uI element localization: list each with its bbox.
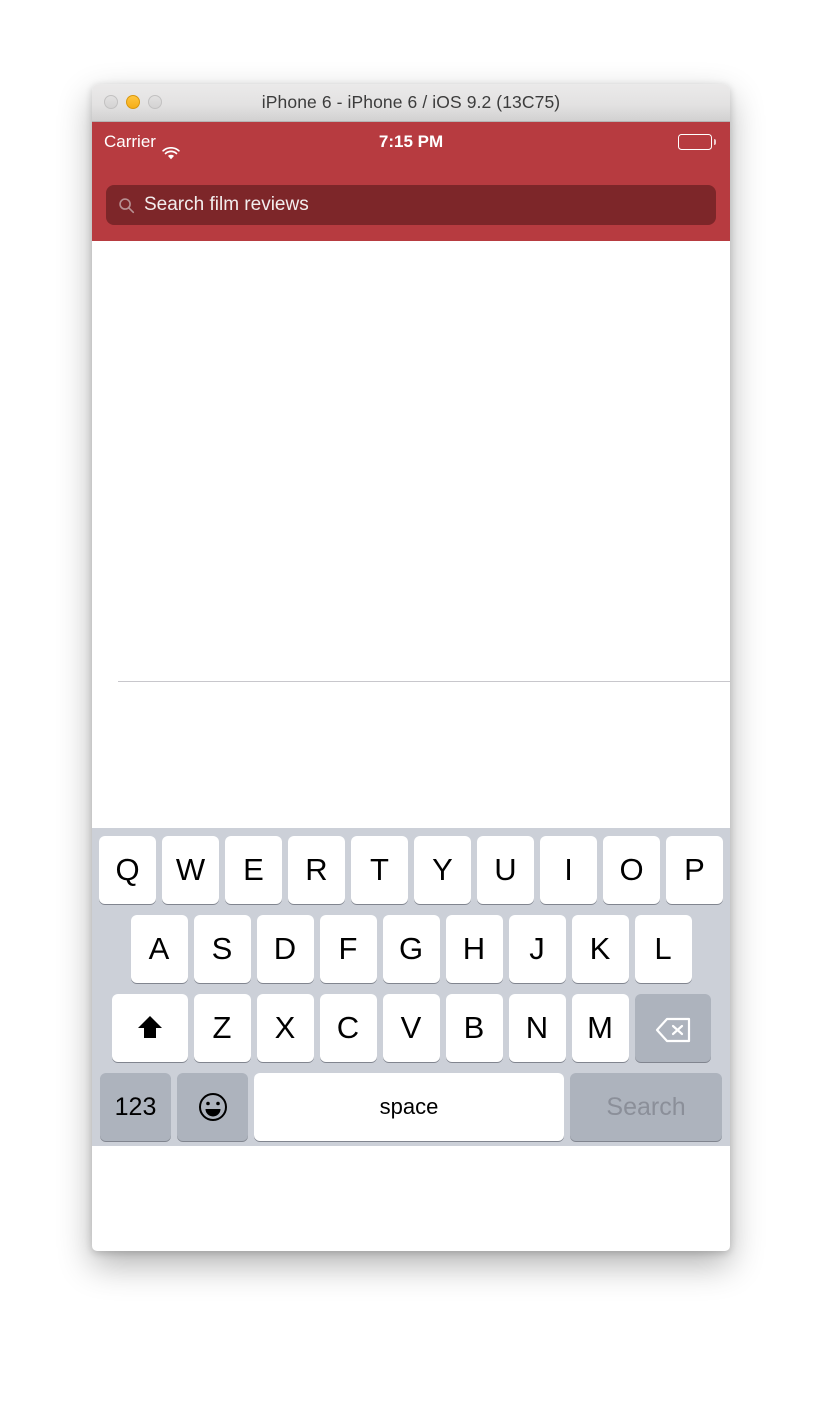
key-v[interactable]: V <box>382 994 440 1062</box>
key-i[interactable]: I <box>540 836 597 904</box>
search-input[interactable]: Search film reviews <box>106 185 716 225</box>
keyboard-row-4: 123 space Search <box>95 1073 727 1141</box>
shift-icon <box>135 1013 165 1043</box>
battery-full-icon <box>678 134 712 150</box>
key-p[interactable]: P <box>666 836 723 904</box>
key-s[interactable]: S <box>193 915 251 983</box>
ios-header: Carrier 7:15 PM Search film reviews <box>92 122 730 241</box>
simulator-window: iPhone 6 - iPhone 6 / iOS 9.2 (13C75) Ca… <box>92 84 730 1251</box>
key-q[interactable]: Q <box>99 836 156 904</box>
key-y[interactable]: Y <box>414 836 471 904</box>
shift-key[interactable] <box>111 994 188 1062</box>
key-e[interactable]: E <box>225 836 282 904</box>
key-o[interactable]: O <box>603 836 660 904</box>
search-return-key[interactable]: Search <box>570 1073 722 1141</box>
search-icon <box>118 197 135 214</box>
key-w[interactable]: W <box>162 836 219 904</box>
results-table-view[interactable] <box>92 241 730 828</box>
keyboard-row-3: Z X C V B N M <box>95 994 727 1062</box>
key-t[interactable]: T <box>351 836 408 904</box>
key-z[interactable]: Z <box>193 994 251 1062</box>
emoji-icon <box>197 1091 229 1123</box>
keyboard-row-1: Q W E R T Y U I O P <box>95 836 727 904</box>
key-j[interactable]: J <box>508 915 566 983</box>
table-cell-separator <box>118 681 730 682</box>
delete-key[interactable] <box>634 994 711 1062</box>
ios-keyboard: Q W E R T Y U I O P A S D F G H J K L Z … <box>92 828 730 1146</box>
status-bar-right <box>678 134 716 150</box>
key-m[interactable]: M <box>571 994 629 1062</box>
numbers-key[interactable]: 123 <box>100 1073 171 1141</box>
key-l[interactable]: L <box>634 915 692 983</box>
key-n[interactable]: N <box>508 994 566 1062</box>
key-u[interactable]: U <box>477 836 534 904</box>
window-titlebar: iPhone 6 - iPhone 6 / iOS 9.2 (13C75) <box>92 84 730 122</box>
search-bar-container: Search film reviews <box>92 162 730 241</box>
status-bar-time: 7:15 PM <box>378 132 444 151</box>
key-g[interactable]: G <box>382 915 440 983</box>
key-d[interactable]: D <box>256 915 314 983</box>
battery-cap-icon <box>713 139 716 145</box>
ios-status-bar: Carrier 7:15 PM <box>92 122 730 162</box>
window-title: iPhone 6 - iPhone 6 / iOS 9.2 (13C75) <box>261 92 561 112</box>
space-key[interactable]: space <box>254 1073 564 1141</box>
key-f[interactable]: F <box>319 915 377 983</box>
search-placeholder: Search film reviews <box>144 194 309 215</box>
key-r[interactable]: R <box>288 836 345 904</box>
key-x[interactable]: X <box>256 994 314 1062</box>
key-a[interactable]: A <box>130 915 188 983</box>
key-k[interactable]: K <box>571 915 629 983</box>
key-h[interactable]: H <box>445 915 503 983</box>
delete-icon <box>655 1015 691 1043</box>
key-b[interactable]: B <box>445 994 503 1062</box>
keyboard-row-2: A S D F G H J K L <box>95 915 727 983</box>
key-c[interactable]: C <box>319 994 377 1062</box>
emoji-key[interactable] <box>177 1073 248 1141</box>
